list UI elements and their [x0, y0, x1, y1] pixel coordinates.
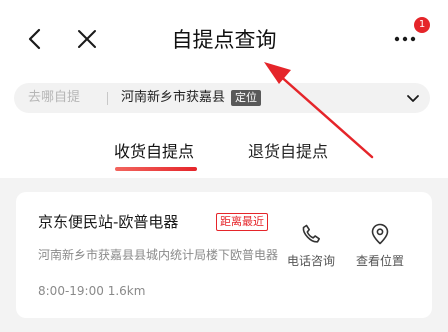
notification-badge: 1: [414, 17, 430, 33]
call-button-label: 电话咨询: [286, 254, 335, 268]
view-location-button[interactable]: 查看位置: [350, 222, 410, 269]
call-button[interactable]: 电话咨询: [281, 222, 341, 269]
chevron-down-icon[interactable]: [406, 94, 420, 103]
nearest-badge: 距离最近: [216, 213, 268, 231]
station-address: 河南新乡市获嘉县县城内统计局楼下欧普电器: [38, 248, 279, 262]
active-tab-indicator: [115, 167, 197, 171]
top-bar: 自提点查询 1: [0, 0, 448, 80]
page-title: 自提点查询: [171, 28, 277, 52]
more-dots-icon[interactable]: [392, 32, 418, 46]
location-divider: [107, 92, 108, 105]
location-placeholder: 去哪自提: [28, 90, 81, 105]
location-pin-icon: [371, 223, 389, 245]
locate-button[interactable]: 定位: [231, 90, 261, 106]
location-search-bar[interactable]: 去哪自提 河南新乡市获嘉县 定位: [14, 83, 430, 113]
station-hours: 8:00-19:00: [38, 284, 104, 298]
station-name: 京东便民站-欧普电器: [38, 213, 179, 231]
station-hours-distance: 8:00-19:00 1.6km: [38, 283, 145, 299]
location-address: 河南新乡市获嘉县: [121, 90, 226, 105]
tab-pickup-points[interactable]: 收货自提点: [114, 140, 194, 164]
phone-icon: [302, 224, 320, 243]
tab-return-points[interactable]: 退货自提点: [248, 140, 328, 164]
view-location-label: 查看位置: [355, 254, 404, 268]
station-card[interactable]: 京东便民站-欧普电器 距离最近 河南新乡市获嘉县县城内统计局楼下欧普电器 8:0…: [16, 192, 432, 318]
station-distance: 1.6km: [107, 284, 146, 298]
